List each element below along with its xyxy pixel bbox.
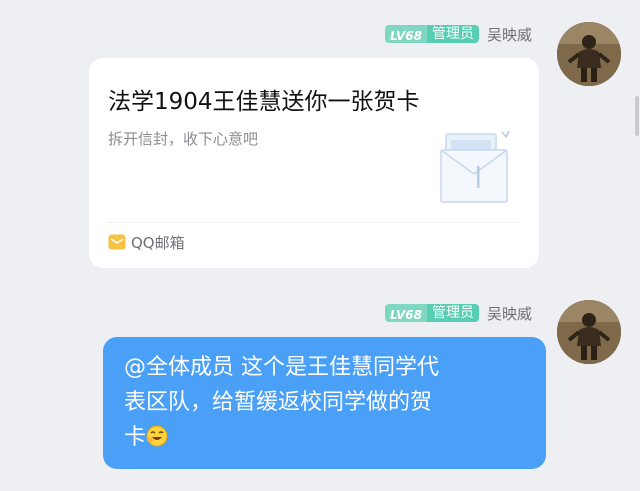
card-divider	[108, 222, 520, 223]
sender-name[interactable]: 吴映威	[487, 303, 532, 324]
message-line: 表区队，给暂缓返校同学做的贺	[124, 390, 433, 415]
user-avatar-icon[interactable]	[557, 300, 621, 364]
role-badge: 管理员	[426, 25, 479, 43]
text-message-bubble[interactable]: @全体成员 这个是王佳慧同学代 表区队，给暂缓返校同学做的贺 卡	[103, 337, 546, 469]
laughing-face-emoji	[146, 425, 168, 447]
message-last-line: 卡	[124, 420, 526, 455]
message-line: 卡	[124, 425, 147, 450]
qq-mail-icon	[108, 234, 126, 250]
role-badge: 管理员	[426, 304, 479, 322]
level-badge: LV68	[385, 25, 427, 43]
scrollbar[interactable]	[635, 96, 639, 136]
level-badge: LV68	[385, 304, 427, 322]
message-header: LV68 管理员 吴映威	[385, 23, 532, 45]
user-avatar-icon[interactable]	[557, 22, 621, 86]
greeting-card-message[interactable]: 法学1904王佳慧送你一张贺卡 拆开信封，收下心意吧 QQ邮箱	[89, 58, 539, 268]
message-line: @全体成员 这个是王佳慧同学代	[124, 355, 439, 380]
sender-name[interactable]: 吴映威	[487, 24, 532, 45]
card-source-label: QQ邮箱	[131, 234, 185, 252]
card-subtitle: 拆开信封，收下心意吧	[108, 130, 259, 148]
message-header: LV68 管理员 吴映威	[385, 302, 532, 324]
envelope-card-icon	[440, 130, 510, 203]
card-title: 法学1904王佳慧送你一张贺卡	[108, 89, 420, 115]
